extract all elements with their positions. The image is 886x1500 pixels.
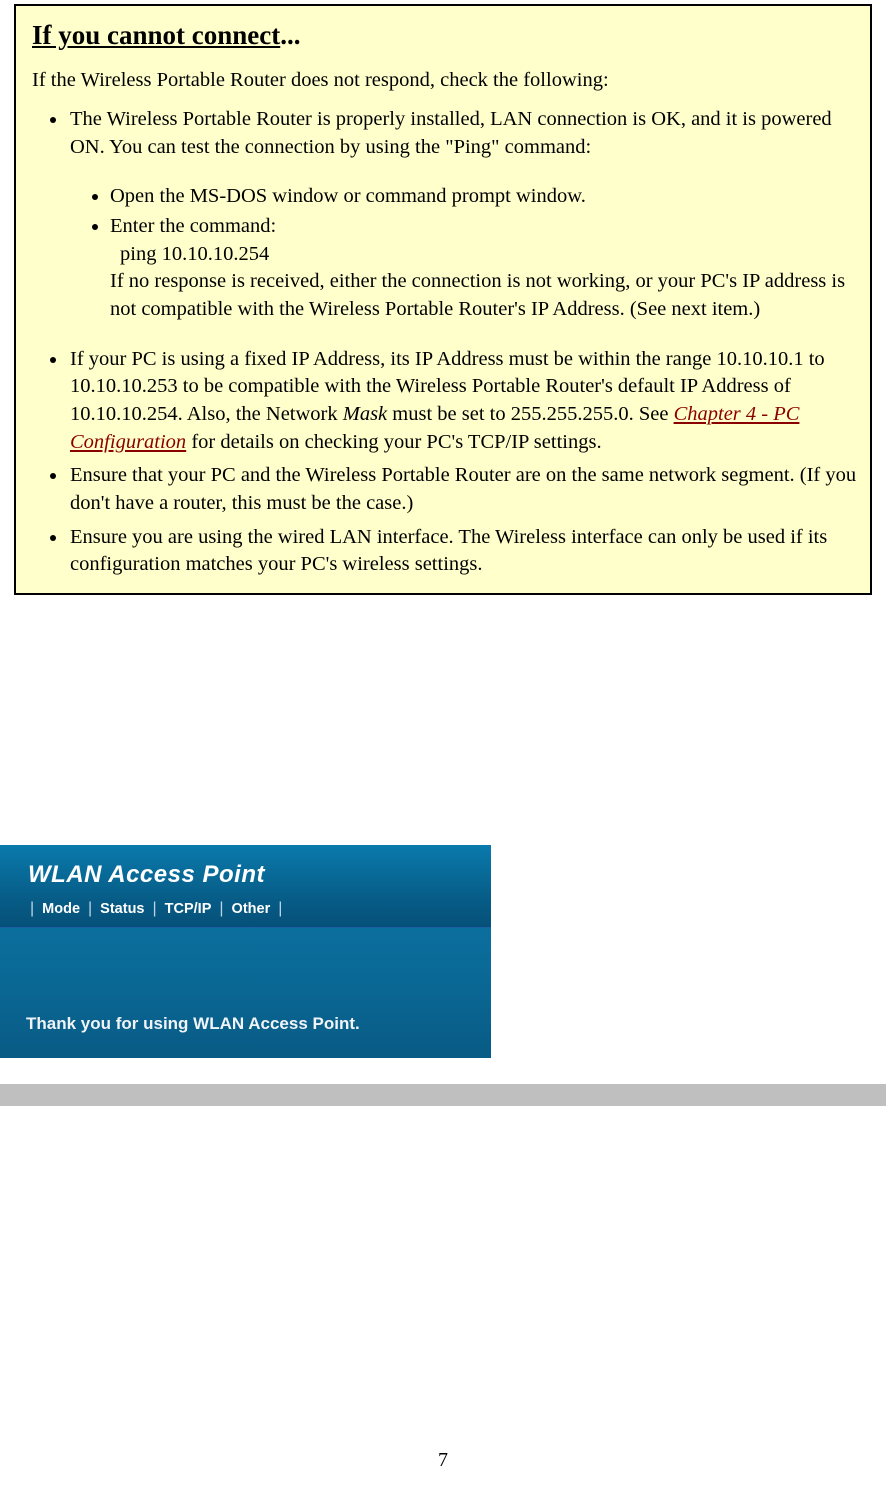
list-item: Open the MS-DOS window or command prompt… (110, 183, 860, 211)
tab-mode[interactable]: Mode (36, 899, 86, 919)
notice-box: If you cannot connect... If the Wireless… (14, 4, 872, 595)
notice-intro: If the Wireless Portable Router does not… (32, 69, 860, 92)
tab-tcpip[interactable]: TCP/IP (159, 899, 218, 919)
ping-command: ping 10.10.10.254 (120, 241, 860, 269)
bullet1-text: The Wireless Portable Router is properly… (70, 108, 832, 158)
tab-status[interactable]: Status (94, 899, 150, 919)
tab-separator-icon: | (276, 900, 284, 918)
inner-list: Open the MS-DOS window or command prompt… (80, 183, 860, 323)
sub1-text: Open the MS-DOS window or command prompt… (110, 185, 586, 207)
wlan-tabs: | Mode | Status | TCP/IP | Other | (28, 899, 491, 919)
notice-title: If you cannot connect... (32, 20, 860, 51)
sub2-rest: If no response is received, either the c… (110, 270, 845, 320)
wlan-body: Thank you for using WLAN Access Point. (0, 928, 491, 1058)
list-item: If your PC is using a fixed IP Address, … (68, 346, 860, 457)
tab-other[interactable]: Other (226, 899, 277, 919)
notice-list: The Wireless Portable Router is properly… (38, 106, 860, 579)
page-number: 7 (0, 1449, 886, 1472)
wlan-message: Thank you for using WLAN Access Point. (26, 1014, 360, 1034)
tab-separator-icon: | (28, 900, 36, 918)
bullet2-part2: must be set to 255.255.255.0. See (387, 403, 673, 425)
bullet2-part3: for details on checking your PC's TCP/IP… (186, 431, 601, 453)
list-item: Ensure you are using the wired LAN inter… (68, 524, 860, 579)
tab-separator-icon: | (217, 900, 225, 918)
list-item: The Wireless Portable Router is properly… (68, 106, 860, 324)
list-item: Enter the command: ping 10.10.10.254 If … (110, 213, 860, 324)
wlan-title: WLAN Access Point (28, 861, 491, 889)
tab-separator-icon: | (151, 900, 159, 918)
wlan-panel: WLAN Access Point | Mode | Status | TCP/… (0, 845, 491, 1058)
tab-separator-icon: | (86, 900, 94, 918)
list-item: Ensure that your PC and the Wireless Por… (68, 462, 860, 517)
gray-bar (0, 1084, 886, 1106)
notice-title-underline: If you cannot connect (32, 20, 280, 50)
sub2-line1: Enter the command: (110, 215, 276, 237)
notice-title-suffix: ... (280, 20, 300, 50)
wlan-header: WLAN Access Point | Mode | Status | TCP/… (0, 845, 491, 927)
bullet2-mask: Mask (343, 403, 387, 425)
